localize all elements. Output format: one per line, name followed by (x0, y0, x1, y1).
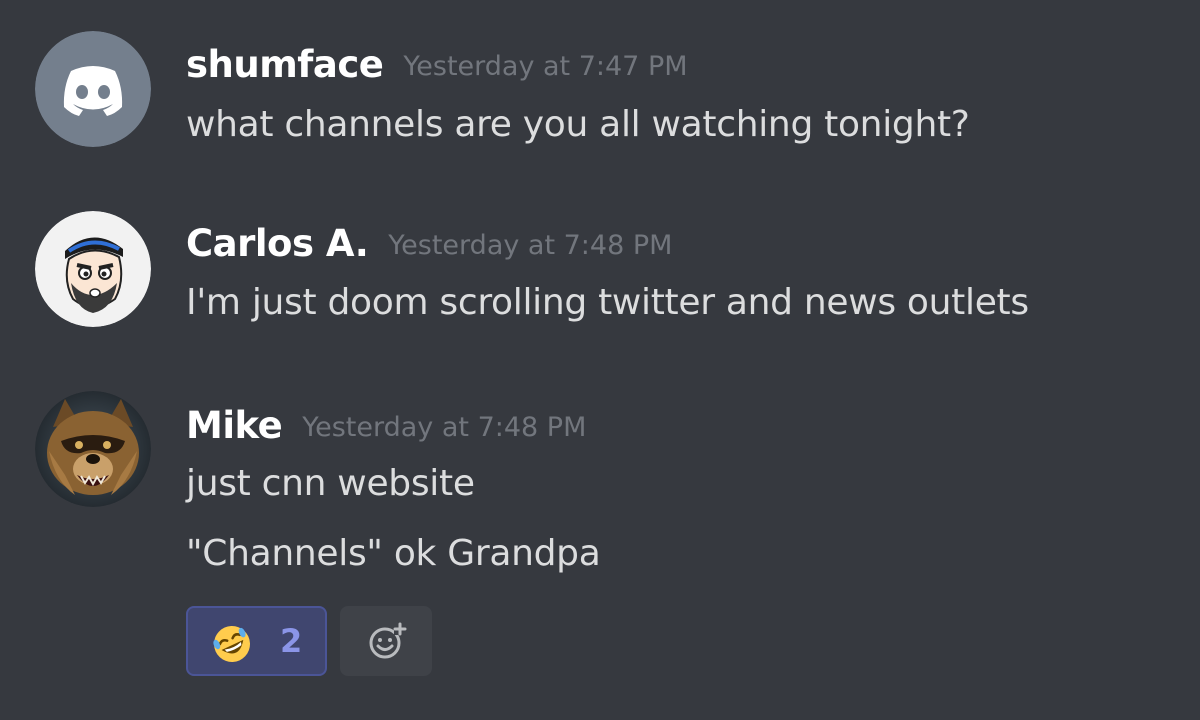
avatar[interactable] (35, 391, 151, 507)
timestamp: Yesterday at 7:47 PM (403, 51, 688, 82)
chat-messages: shumface Yesterday at 7:47 PM what channe… (0, 0, 1200, 720)
avatar[interactable] (35, 31, 151, 147)
message-text: just cnn website (186, 463, 475, 504)
raccoon-avatar (35, 391, 151, 507)
message-text: what channels are you all watching tonig… (186, 104, 970, 145)
timestamp: Yesterday at 7:48 PM (388, 230, 673, 261)
reaction-rofl[interactable]: 2 (186, 606, 327, 676)
username[interactable]: shumface (186, 43, 384, 86)
avatar[interactable] (35, 211, 151, 327)
username[interactable]: Carlos A. (186, 222, 369, 265)
discord-logo-icon (35, 31, 151, 147)
timestamp: Yesterday at 7:48 PM (302, 412, 587, 443)
message-text: "Channels" ok Grandpa (186, 533, 601, 574)
rolling-on-floor-laughing-icon (213, 626, 250, 662)
add-reaction-button[interactable] (340, 606, 432, 676)
reaction-count: 2 (280, 622, 303, 660)
username[interactable]: Mike (186, 404, 283, 447)
cartoon-man-avatar (35, 211, 151, 327)
add-reaction-icon (369, 622, 407, 659)
message-text: I'm just doom scrolling twitter and news… (186, 282, 1029, 323)
